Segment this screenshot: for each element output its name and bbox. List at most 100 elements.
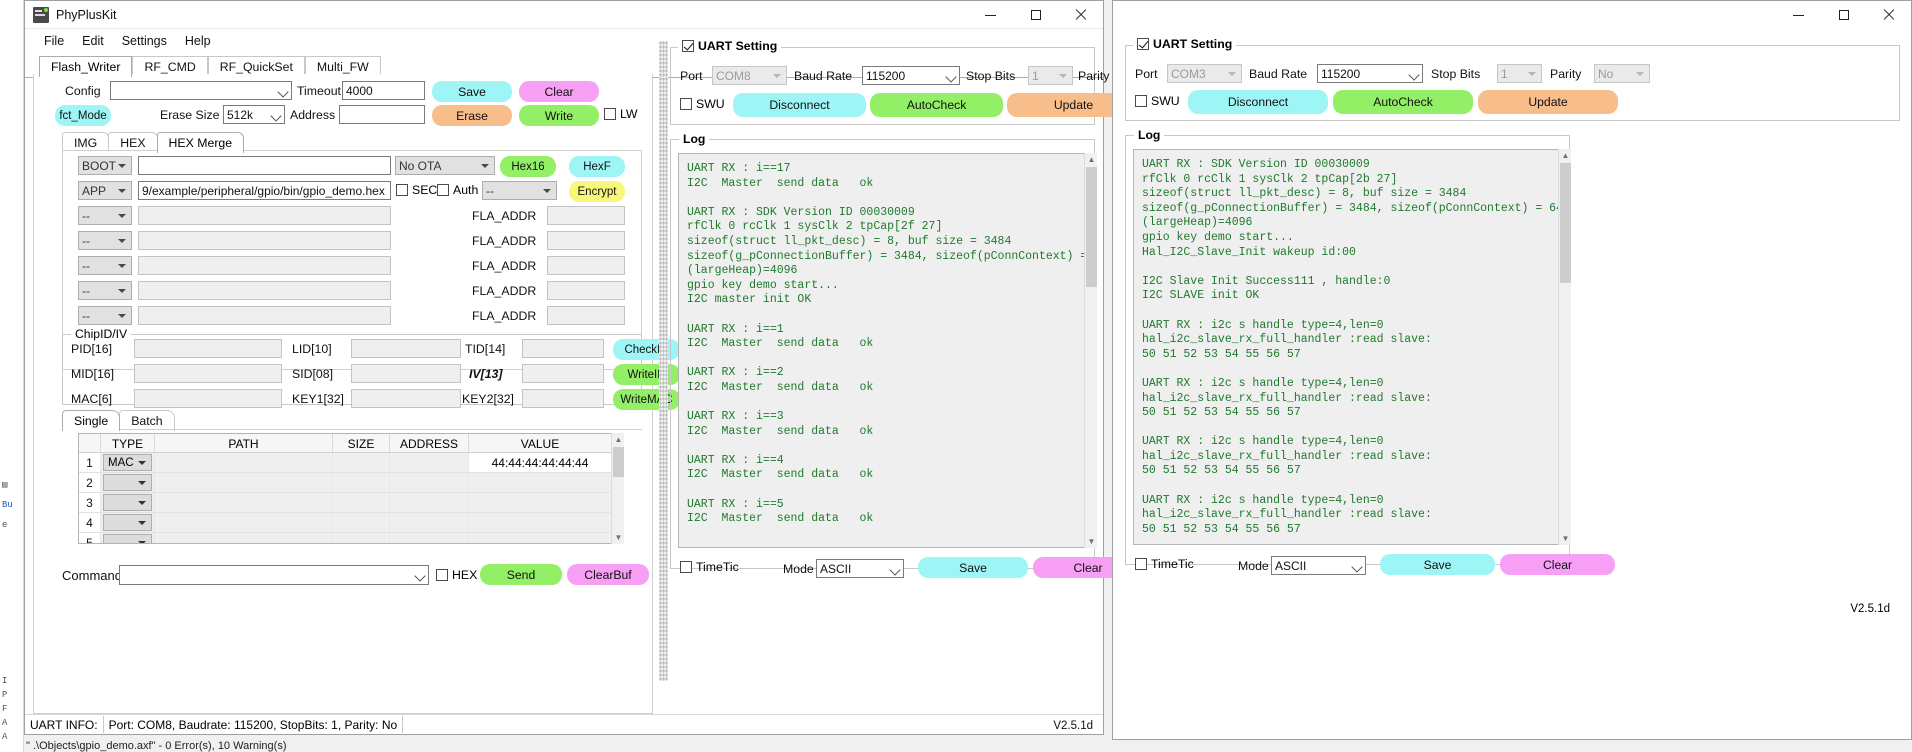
uart2-disconnect-button[interactable]: Disconnect — [1188, 90, 1328, 114]
row-type-cell-4[interactable] — [101, 513, 155, 532]
row-type-combo-2[interactable] — [103, 474, 152, 491]
row-address-cell-1[interactable] — [390, 453, 469, 472]
row-type-combo-3[interactable] — [103, 494, 152, 511]
hex-checkbox[interactable]: HEX — [436, 568, 477, 582]
row-value-cell-5[interactable] — [469, 533, 611, 543]
uart2-mode-combo[interactable]: ASCII — [1271, 556, 1366, 575]
log-save-button[interactable]: Save — [918, 557, 1028, 578]
log-scroll-down-icon[interactable]: ▼ — [1085, 535, 1098, 548]
maximize-button[interactable] — [1013, 1, 1058, 29]
row-address-cell-4[interactable] — [390, 513, 469, 532]
row-size-cell-3[interactable] — [333, 493, 390, 512]
uart2-scroll-up-icon[interactable]: ▲ — [1559, 149, 1572, 162]
uart-log-text[interactable]: UART RX : i==17 I2C Master send data ok … — [678, 153, 1096, 548]
row-type-combo-4[interactable] — [103, 514, 152, 531]
timeout-input[interactable]: 4000 — [342, 81, 425, 100]
tab-single[interactable]: Single — [62, 410, 121, 431]
lw-checkbox[interactable]: LW — [604, 107, 638, 121]
row-path-cell-1[interactable] — [155, 453, 333, 472]
row-address-cell-3[interactable] — [390, 493, 469, 512]
merge-type-combo-3[interactable]: -- — [78, 231, 132, 250]
row-value-cell-3[interactable] — [469, 493, 611, 512]
write-button[interactable]: Write — [519, 105, 599, 126]
uart2-clear-button[interactable]: Clear — [1500, 554, 1615, 575]
key2-input[interactable] — [522, 389, 604, 408]
disconnect-button[interactable]: Disconnect — [733, 93, 866, 117]
table-row[interactable]: 1 MAC 44:44:44:44:44:44 — [79, 453, 623, 473]
uart-setting-legend-checkbox[interactable]: UART Setting — [678, 39, 782, 53]
merge-path-input-2[interactable] — [138, 206, 391, 225]
uart2-save-button[interactable]: Save — [1380, 554, 1495, 575]
fla-addr-input-5[interactable] — [547, 281, 625, 300]
uart-maximize-button[interactable] — [1821, 1, 1866, 29]
sid-input[interactable] — [351, 364, 461, 383]
row-path-cell-3[interactable] — [155, 493, 333, 512]
hexf-button[interactable]: HexF — [569, 156, 625, 177]
mid-input[interactable] — [134, 364, 282, 383]
row-type-cell-3[interactable] — [101, 493, 155, 512]
vertical-splitter[interactable] — [659, 41, 668, 681]
merge-path-input-6[interactable] — [138, 306, 391, 325]
row-size-cell-4[interactable] — [333, 513, 390, 532]
close-button[interactable] — [1058, 1, 1103, 29]
command-input[interactable] — [119, 565, 429, 585]
row-type-cell-2[interactable] — [101, 473, 155, 492]
uart2-log-scrollbar[interactable]: ▲ ▼ — [1558, 149, 1571, 545]
merge-type-combo-2[interactable]: -- — [78, 206, 132, 225]
fla-addr-input-3[interactable] — [547, 231, 625, 250]
uart2-baudrate-combo[interactable]: 115200 — [1317, 64, 1423, 83]
row-size-cell-1[interactable] — [333, 453, 390, 472]
merge-type-combo-4[interactable]: -- — [78, 256, 132, 275]
table-scrollbar-thumb[interactable] — [613, 447, 624, 477]
autocheck-button[interactable]: AutoCheck — [870, 93, 1003, 117]
uart2-setting-legend-checkbox[interactable]: UART Setting — [1133, 37, 1237, 51]
uart2-log-scrollbar-thumb[interactable] — [1560, 163, 1571, 283]
row-type-cell-1[interactable]: MAC — [101, 453, 155, 472]
row-path-cell-5[interactable] — [155, 533, 333, 543]
merge-path-input-0[interactable] — [138, 156, 391, 175]
hex16-button[interactable]: Hex16 — [500, 156, 556, 177]
row-size-cell-5[interactable] — [333, 533, 390, 543]
port-combo[interactable]: COM8 — [712, 66, 787, 85]
baudrate-combo[interactable]: 115200 — [862, 66, 960, 85]
row-address-cell-5[interactable] — [390, 533, 469, 543]
auth-combo[interactable]: -- — [482, 181, 557, 200]
table-row[interactable]: 3 — [79, 493, 623, 513]
row-path-cell-4[interactable] — [155, 513, 333, 532]
fla-addr-input-4[interactable] — [547, 256, 625, 275]
merge-path-input-4[interactable] — [138, 256, 391, 275]
row-type-combo-1[interactable]: MAC — [103, 454, 152, 471]
address-input[interactable] — [339, 105, 425, 124]
scroll-up-icon[interactable]: ▲ — [612, 433, 625, 446]
mac-input[interactable] — [134, 389, 282, 408]
uart-close-button[interactable] — [1866, 1, 1911, 29]
log-scrollbar[interactable]: ▲ ▼ — [1084, 153, 1097, 548]
auth-checkbox[interactable]: Auth — [437, 183, 478, 197]
clearbuf-button[interactable]: ClearBuf — [567, 564, 649, 585]
tab-batch[interactable]: Batch — [119, 410, 175, 431]
uart2-parity-combo[interactable]: No — [1594, 64, 1650, 83]
uart2-timetic-checkbox[interactable]: TimeTic — [1135, 557, 1194, 571]
uart2-scroll-down-icon[interactable]: ▼ — [1559, 532, 1572, 545]
config-combo[interactable] — [110, 81, 292, 100]
uart-minimize-button[interactable] — [1776, 1, 1821, 29]
merge-path-input-1[interactable]: 9/example/peripheral/gpio/bin/gpio_demo.… — [138, 181, 391, 200]
iv-input[interactable] — [522, 364, 604, 383]
fla-addr-input-6[interactable] — [547, 306, 625, 325]
uart2-autocheck-button[interactable]: AutoCheck — [1333, 90, 1473, 114]
merge-path-input-5[interactable] — [138, 281, 391, 300]
table-row[interactable]: 2 — [79, 473, 623, 493]
merge-type-combo-0[interactable]: BOOT — [78, 156, 132, 175]
tab-hex-merge[interactable]: HEX Merge — [156, 132, 245, 153]
save-button[interactable]: Save — [432, 81, 512, 102]
erase-size-combo[interactable]: 512k — [223, 105, 285, 124]
log-scroll-up-icon[interactable]: ▲ — [1085, 153, 1098, 166]
tid-input[interactable] — [522, 339, 604, 358]
merge-type-combo-1[interactable]: APP — [78, 181, 132, 200]
fct-mode-button[interactable]: fct_Mode — [55, 105, 111, 126]
encrypt-button[interactable]: Encrypt — [569, 181, 625, 202]
row-value-cell-1[interactable]: 44:44:44:44:44:44 — [469, 453, 611, 472]
fla-addr-input-2[interactable] — [547, 206, 625, 225]
uart2-port-combo[interactable]: COM3 — [1167, 64, 1242, 83]
scroll-down-icon[interactable]: ▼ — [612, 531, 625, 544]
